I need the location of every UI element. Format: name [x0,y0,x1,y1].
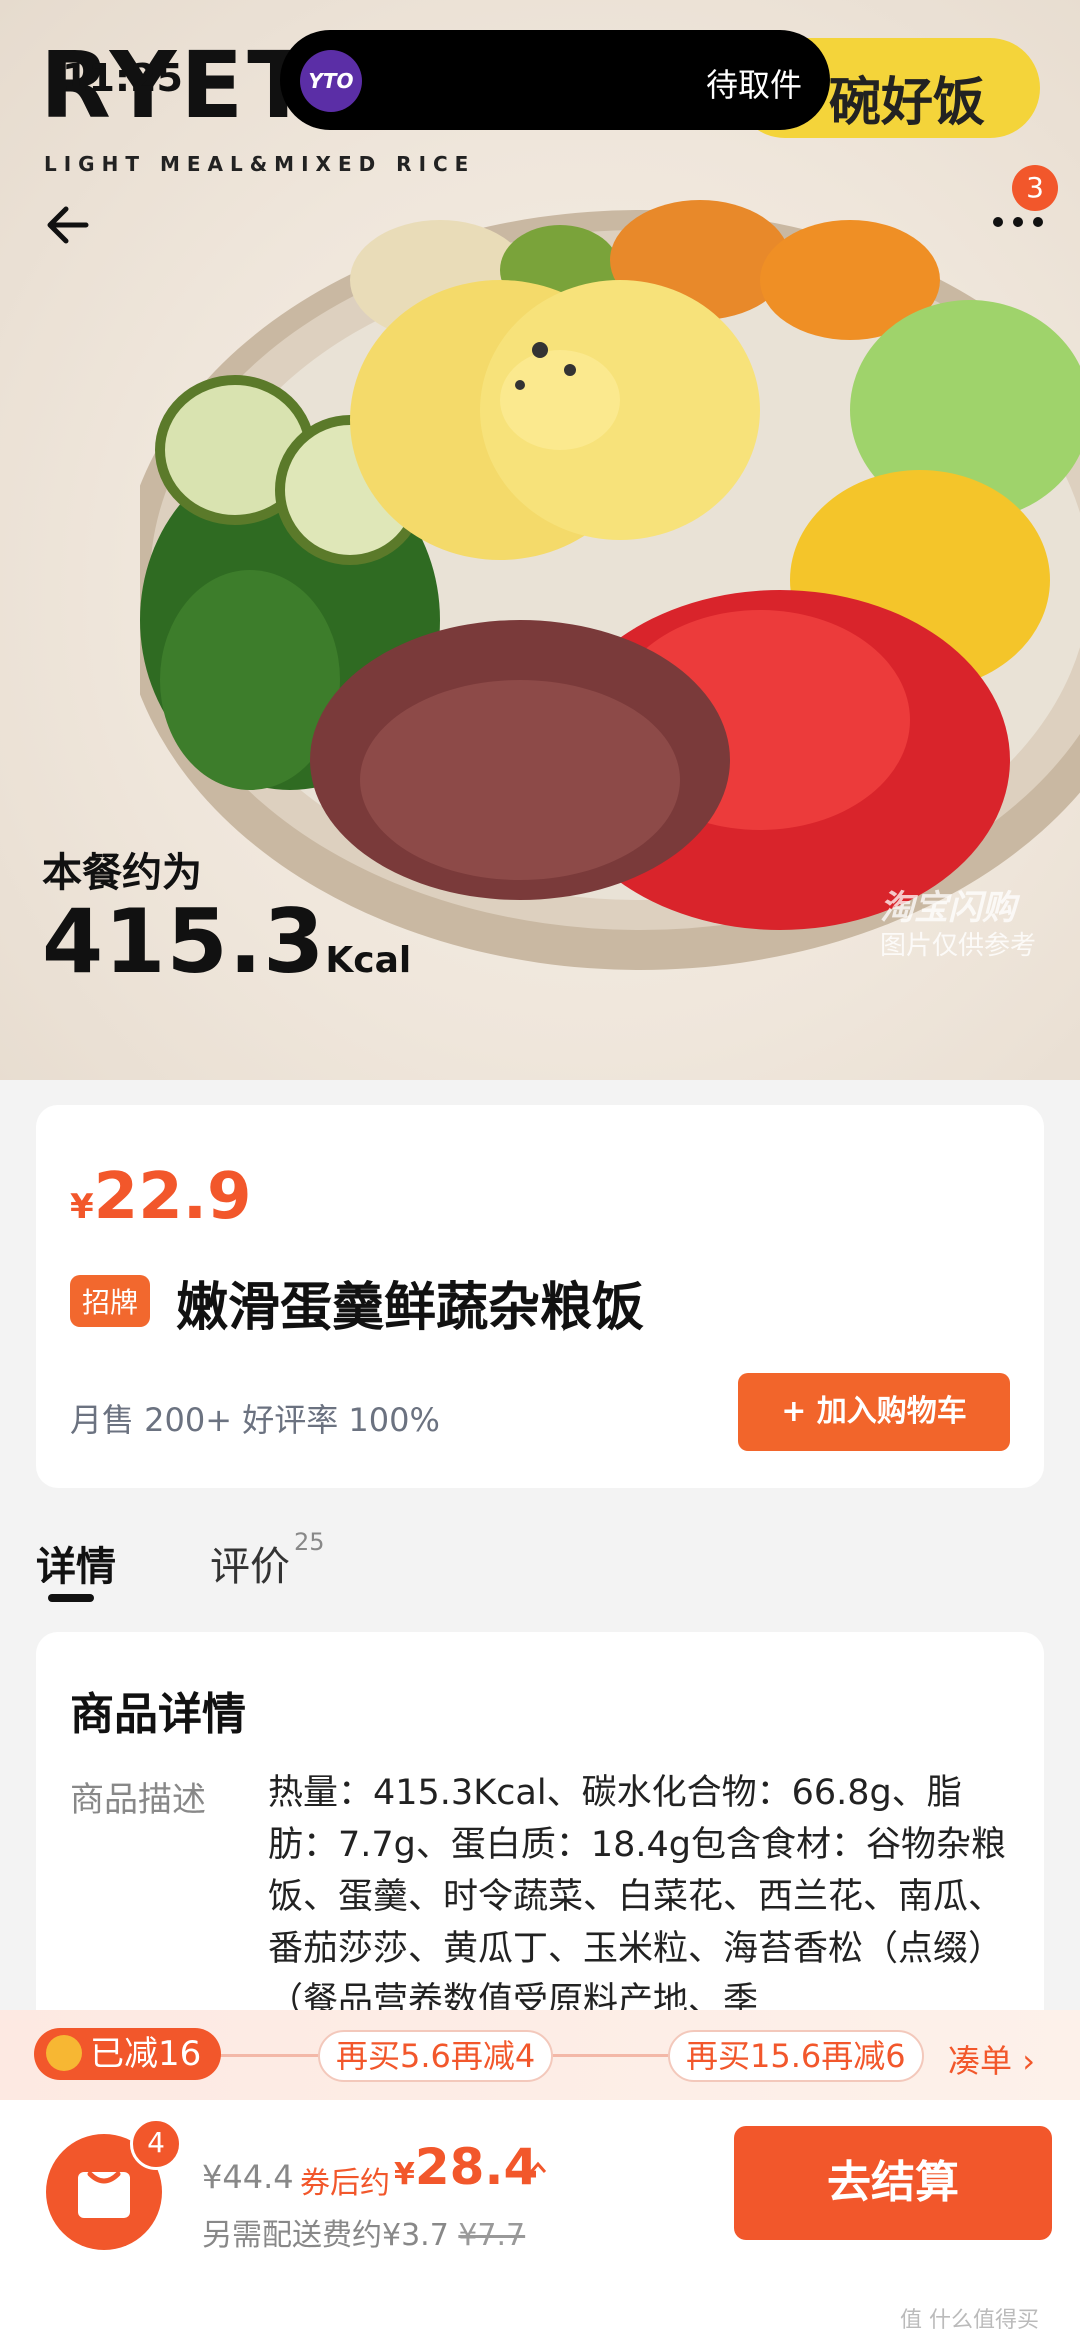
notification-badge: 3 [1012,165,1058,211]
description-label: 商品描述 [70,1780,206,1820]
tab-reviews[interactable]: 评价25 [210,1528,325,1592]
add-more-link[interactable]: 凑单 › [948,2036,1035,2082]
discount-tier-1: 再买5.6再减4 [318,2030,554,2082]
corner-watermark: 值 什么值得买 [900,2308,1039,2333]
cart-count-badge: 4 [130,2118,182,2170]
status-time: 11:25 [62,56,183,100]
checkout-button[interactable]: 去结算 [734,2126,1052,2240]
coupon-label: 券后约 [300,2166,390,2201]
details-heading: 商品详情 [70,1689,246,1740]
product-hero-image: RYETOKEN LIGHT MEAL&MIXED RICE 碗好饭 [0,0,1080,1080]
image-disclaimer: 图片仅供参考 [880,931,1037,961]
courier-logo-icon: YTO [300,50,362,112]
sales-stats: 月售 200+ 好评率 100% [70,1401,440,1439]
review-count: 25 [294,1528,325,1556]
add-to-cart-button[interactable]: + 加入购物车 [738,1373,1010,1451]
product-title: 嫩滑蛋羹鲜蔬杂粮饭 [176,1278,645,1338]
tab-details[interactable]: 详情 [36,1534,116,1592]
applied-discount: 已减16 [34,2028,222,2080]
back-arrow-icon[interactable] [42,195,102,255]
discount-progress-bar[interactable]: 已减16 再买5.6再减4 再买15.6再减6 凑单 › [0,2010,1080,2100]
signature-tag: 招牌 [70,1275,151,1327]
product-price: ¥22.9 [70,1160,252,1234]
product-info-card: ¥22.9 招牌 嫩滑蛋羹鲜蔬杂粮饭 月售 200+ 好评率 100% + 加入… [36,1105,1044,1488]
dynamic-island-activity[interactable]: YTO 待取件 [280,30,830,130]
chevron-up-icon[interactable] [528,2158,548,2178]
food-bowl-illustration [140,200,1080,970]
final-total: ¥28.4 [394,2138,539,2196]
brand-tagline: LIGHT MEAL&MIXED RICE [44,152,476,176]
image-watermark: 淘宝闪购 [880,888,1016,928]
activity-status: 待取件 [705,66,802,104]
description-text: 热量：415.3Kcal、碳水化合物：66.8g、脂肪：7.7g、蛋白质：18.… [268,1773,1007,2021]
delivery-fee: 另需配送费约¥3.7 ¥7.7 [202,2218,526,2253]
active-tab-indicator [48,1594,94,1602]
discount-tier-2: 再买15.6再减6 [668,2030,924,2082]
crown-icon [46,2034,82,2071]
chevron-right-icon: › [1022,2042,1035,2080]
kcal-value: 415.3Kcal [42,890,412,993]
original-total: ¥44.4 [202,2158,294,2196]
